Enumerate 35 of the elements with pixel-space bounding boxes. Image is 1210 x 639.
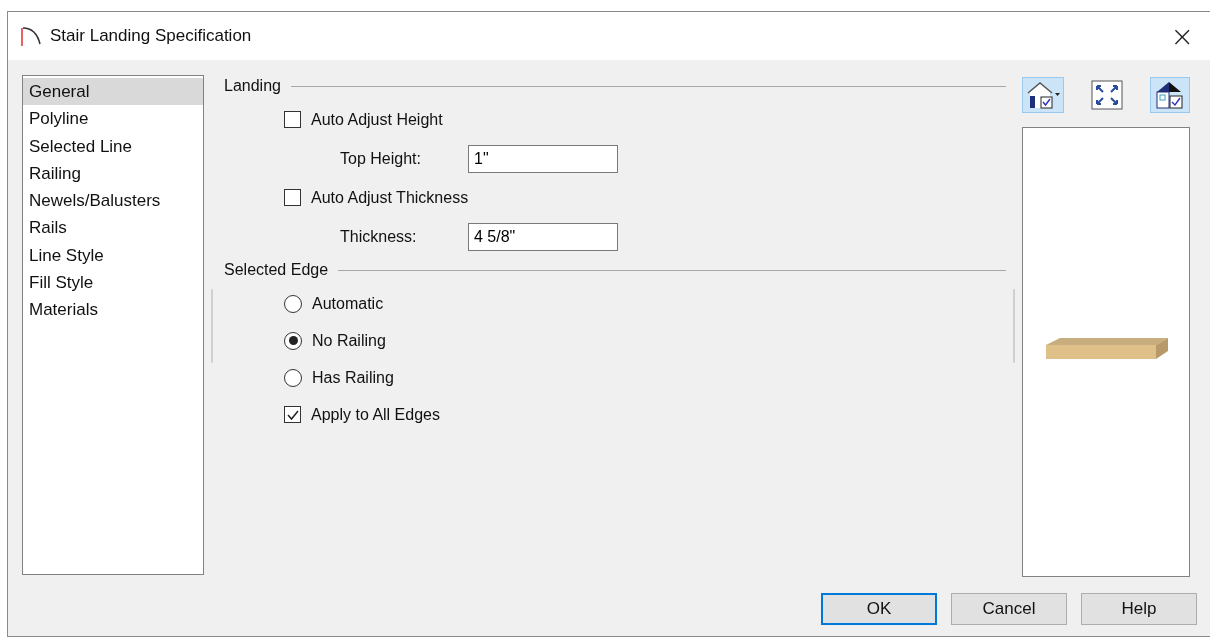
radio-button[interactable] [284,331,302,350]
category-item[interactable]: Selected Line [23,132,203,160]
radio-button[interactable] [284,294,302,313]
window-title: Stair Landing Specification [50,26,252,46]
category-item[interactable]: Fill Style [23,269,203,297]
checkbox[interactable] [284,189,301,206]
checkbox-label: Auto Adjust Thickness [311,188,469,207]
checkbox-label: Auto Adjust Height [311,110,443,129]
section-title: Landing [224,77,281,95]
layer-view-button[interactable] [1150,77,1190,113]
close-button[interactable]: × [1164,19,1200,53]
category-item[interactable]: Polyline [23,105,203,133]
category-item[interactable]: Railing [23,159,203,188]
input-field[interactable]: 4 5/8" [468,222,618,251]
category-item[interactable]: Newels/Balusters [23,187,203,215]
checkbox[interactable] [284,111,301,128]
checkbox[interactable] [284,406,301,423]
radio-button[interactable] [284,368,302,387]
input-field[interactable]: 1" [468,144,618,173]
category-item[interactable]: Line Style [23,241,203,270]
radio-label: Has Railing [312,368,394,387]
field-label: Thickness: [340,227,418,246]
dialog-button[interactable]: OK [821,593,937,625]
radio-label: No Railing [312,331,386,350]
dialog-button[interactable]: Help [1081,593,1197,625]
category-item[interactable]: General [23,78,203,106]
checkbox-label: Apply to All Edges [311,405,440,424]
dialog-button[interactable]: Cancel [951,593,1067,625]
section-title: Selected Edge [224,261,329,279]
arch-icon [20,24,42,48]
camera-view-button[interactable] [1022,77,1064,113]
category-item[interactable]: Rails [23,214,203,242]
field-label: Top Height: [340,149,422,168]
radio-label: Automatic [312,294,384,313]
category-item[interactable]: Materials [23,296,203,324]
